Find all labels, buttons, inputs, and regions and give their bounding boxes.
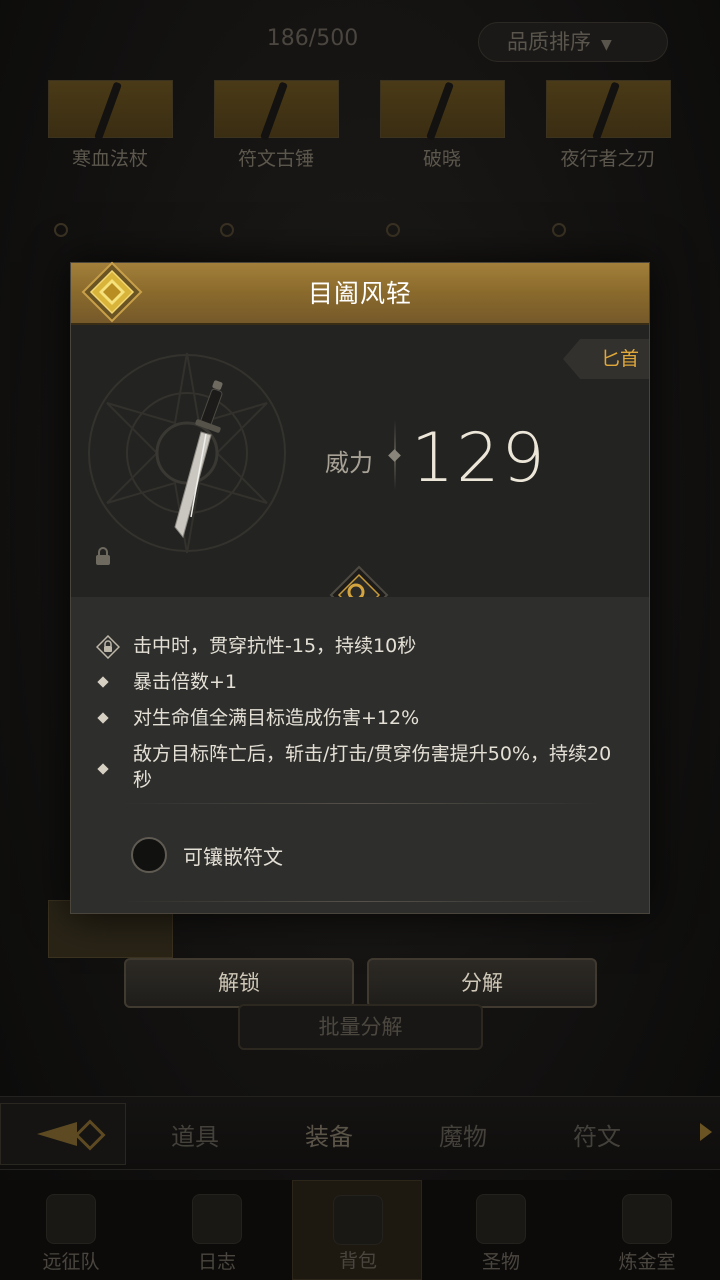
power-label: 威力: [325, 449, 373, 477]
arrow-left-icon: [37, 1122, 77, 1146]
nav-label: 圣物: [481, 1251, 520, 1273]
nav-alchemy[interactable]: 炼金室: [582, 1180, 712, 1280]
power-value: 129: [411, 419, 547, 498]
unlock-button[interactable]: 解锁: [124, 958, 354, 1008]
chevron-down-icon: ▼: [601, 37, 612, 53]
batch-decompose-button[interactable]: 批量分解: [238, 1004, 483, 1050]
divider: [121, 803, 601, 804]
rune-socket[interactable]: [131, 837, 167, 873]
effects-panel: 击中时，贯穿抗性-15，持续10秒 暴击倍数+1 对生命值全满目标造成伤害+12…: [71, 597, 649, 913]
slot-badge: [552, 223, 566, 237]
chevron-right-icon[interactable]: [700, 1123, 712, 1141]
item-name: 符文古锤: [237, 148, 314, 170]
lock-icon[interactable]: [95, 547, 111, 565]
diamond-bullet-icon: [97, 763, 109, 775]
scroll-icon: [192, 1194, 242, 1244]
tab-runes[interactable]: 符文: [542, 1117, 652, 1152]
rune-slot-label: 可镶嵌符文: [183, 845, 283, 869]
item-name: 夜行者之刃: [560, 148, 656, 170]
nav-relics[interactable]: 圣物: [436, 1180, 566, 1280]
nav-label: 日志: [197, 1251, 236, 1273]
alchemy-icon: [622, 1194, 672, 1244]
diamond-icon: [74, 1119, 106, 1151]
modal-header: 目阖风轻: [71, 261, 649, 325]
helmet-icon: [46, 1194, 96, 1244]
item-name: 破晓: [422, 148, 461, 170]
effect-text: 敌方目标阵亡后，斩击/打击/贯穿伤害提升50%，持续20秒: [133, 743, 612, 791]
backpack-icon: [333, 1195, 383, 1245]
diamond-bullet-icon: [97, 712, 109, 724]
nav-journal[interactable]: 日志: [152, 1180, 282, 1280]
tab-equipment[interactable]: 装备: [274, 1117, 384, 1152]
nav-label: 背包: [338, 1250, 377, 1272]
effect-text: 击中时，贯穿抗性-15，持续10秒: [133, 635, 417, 657]
item-stats-panel: 匕首 威力 129: [71, 325, 649, 597]
inventory-topbar: 186/500 品质排序 ▼: [0, 14, 720, 70]
slot-badge: [386, 223, 400, 237]
effect-text: 暴击倍数+1: [133, 671, 238, 693]
diamond-bullet-icon: [97, 676, 109, 688]
nav-backpack[interactable]: 背包: [292, 1180, 422, 1280]
dagger-icon: [174, 380, 223, 539]
bottom-nav: 远征队 日志 背包 圣物 炼金室: [0, 1180, 720, 1280]
item-slot[interactable]: [380, 80, 505, 141]
sort-label: 品质排序: [507, 30, 591, 54]
effect-line: 敌方目标阵亡后，斩击/打击/贯穿伤害提升50%，持续20秒: [97, 741, 629, 801]
tab-monsters[interactable]: 魔物: [408, 1117, 518, 1152]
back-button[interactable]: [0, 1103, 126, 1165]
divider: [121, 901, 601, 902]
locked-effect-icon: [96, 635, 120, 659]
tab-items[interactable]: 道具: [140, 1117, 250, 1152]
power-dot: [388, 449, 401, 462]
nav-expedition[interactable]: 远征队: [6, 1180, 136, 1280]
nav-label: 远征队: [42, 1251, 100, 1273]
item-slot[interactable]: [48, 80, 173, 141]
torch-icon: [476, 1194, 526, 1244]
nav-label: 炼金室: [618, 1251, 676, 1273]
item-slot[interactable]: [546, 80, 671, 141]
item-slot[interactable]: [214, 80, 339, 141]
item-grid-row-1: 寒血法杖 符文古锤 破晓 夜行者之刃: [48, 80, 678, 180]
slot-badge: [220, 223, 234, 237]
category-tab-bar: 道具 装备 魔物 符文: [0, 1096, 720, 1170]
inventory-capacity: 186/500: [266, 26, 359, 51]
decompose-button[interactable]: 分解: [367, 958, 597, 1008]
effect-text: 对生命值全满目标造成伤害+12%: [133, 707, 420, 729]
weapon-type-badge: 匕首: [563, 339, 649, 379]
item-name: 寒血法杖: [71, 148, 148, 170]
item-detail-modal: 目阖风轻 匕首 威力 129 击中时，贯穿抗性-15，持续10秒 暴击倍数+1 …: [70, 261, 650, 914]
sort-dropdown[interactable]: 品质排序 ▼: [478, 22, 668, 62]
item-grid-row-2: [48, 205, 678, 265]
item-title: 目阖风轻: [307, 279, 412, 308]
slot-badge: [54, 223, 68, 237]
